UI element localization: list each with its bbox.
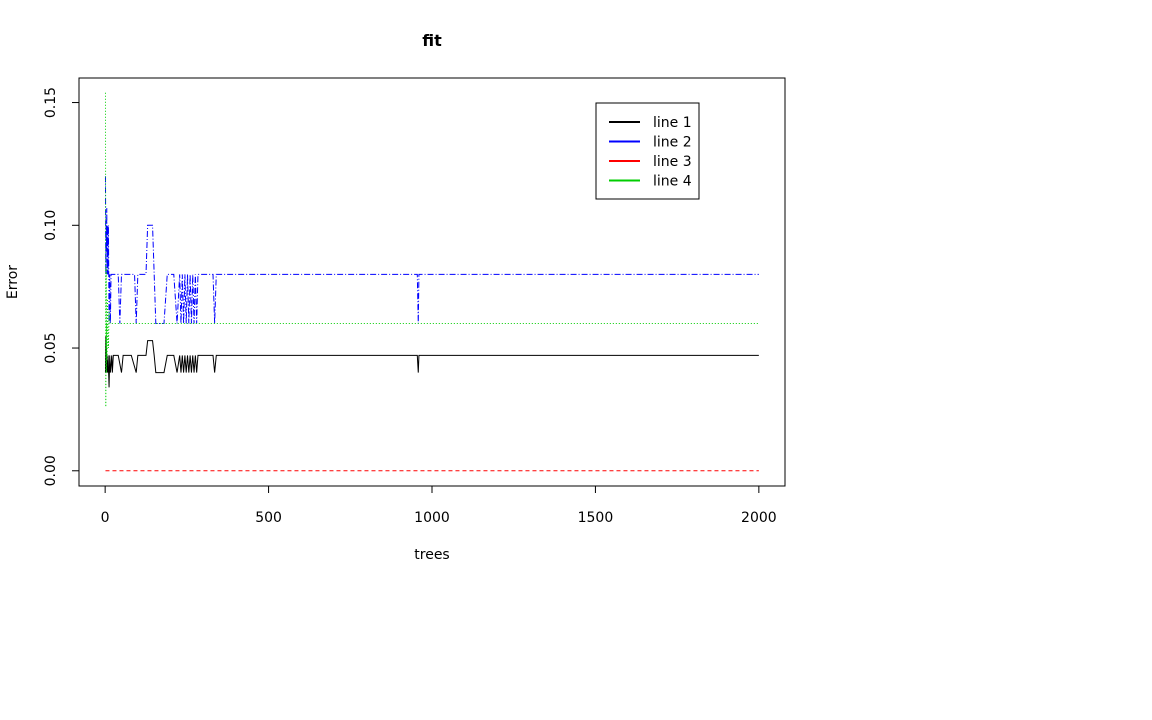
x-tick-label: 1000 (414, 510, 450, 526)
legend-label-1: line 1 (653, 115, 692, 131)
chart: fit trees Error 0 500 1000 1500 2000 0.000.0… (5, 31, 786, 563)
legend-label-4: line 4 (653, 174, 692, 190)
legend-label-2: line 2 (653, 135, 692, 151)
y-tick-label: 0.00 (43, 455, 59, 486)
x-tick-label: 2000 (741, 510, 777, 526)
y-axis: 0.00 0.05 0.10 0.15 (43, 87, 80, 486)
y-tick-label: 0.05 (43, 332, 59, 363)
x-tick-label: 500 (255, 510, 282, 526)
x-axis-label: trees (414, 547, 449, 563)
legend-label-3: line 3 (653, 154, 692, 170)
x-tick-label: 0 (101, 510, 110, 526)
y-axis-label: Error (5, 265, 21, 299)
x-axis: 0 500 1000 1500 2000 (101, 485, 777, 526)
chart-title: fit (422, 31, 442, 50)
y-tick-label: 0.15 (43, 87, 59, 118)
x-tick-label: 1500 (578, 510, 614, 526)
legend: line 1 line 2 line 3 line 4 (595, 102, 700, 200)
series-line-1 (104, 335, 759, 388)
y-tick-label: 0.10 (43, 210, 59, 241)
